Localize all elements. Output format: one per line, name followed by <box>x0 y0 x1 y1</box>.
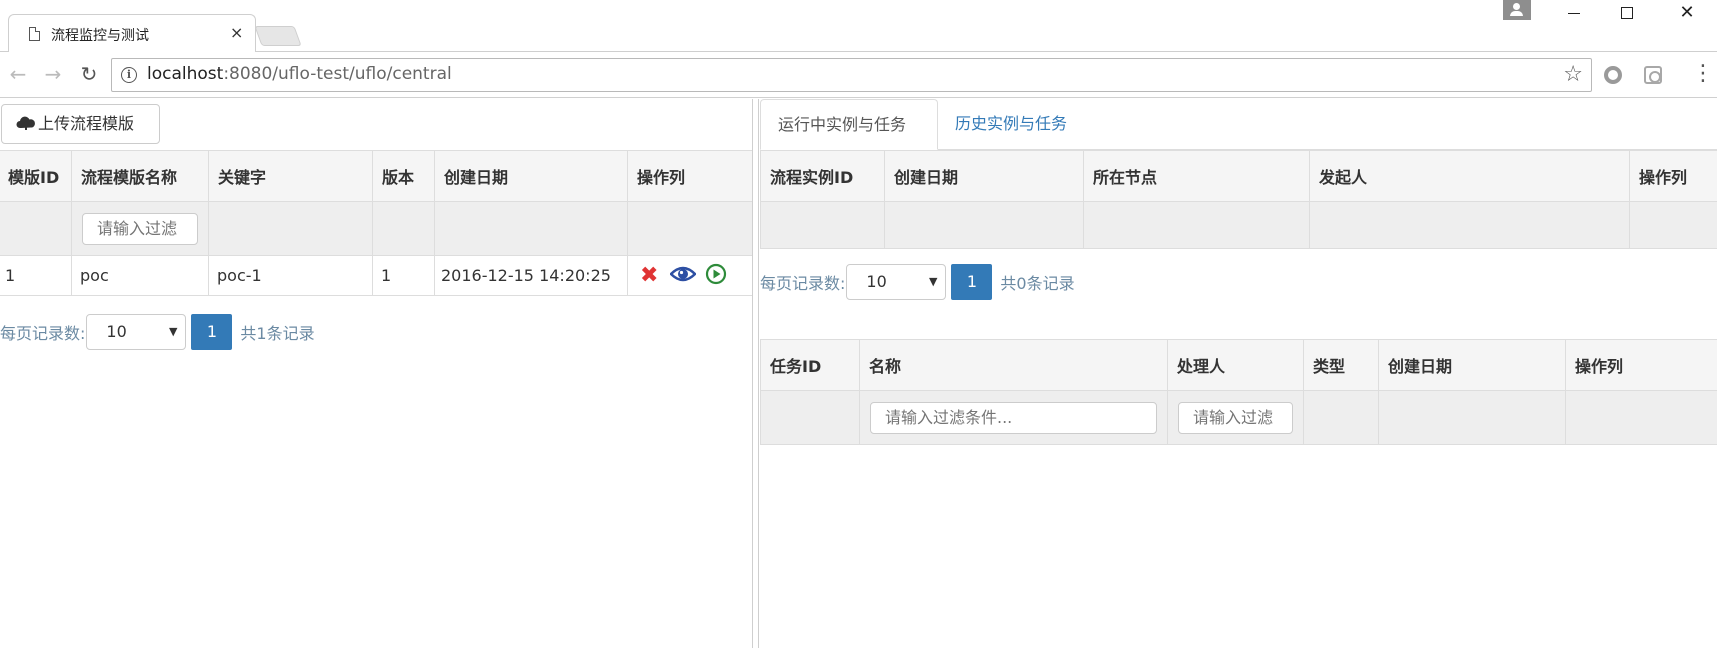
bookmark-star-icon[interactable]: ☆ <box>1563 62 1583 87</box>
task-name-filter-input[interactable] <box>870 401 1157 434</box>
filter-row <box>0 201 754 256</box>
column-header[interactable]: 所在节点 <box>1083 150 1310 202</box>
browser-tab-title: 流程监控与测试 <box>51 28 149 44</box>
column-header[interactable]: 版本 <box>372 150 435 202</box>
cell-actions: ✖ <box>627 255 754 296</box>
forward-button[interactable]: → <box>41 62 65 86</box>
url-host: localhost <box>147 64 224 84</box>
filter-row <box>760 390 1717 445</box>
browser-tab-active[interactable]: 流程监控与测试 × <box>8 14 256 52</box>
dropdown-caret-icon: ▼ <box>928 275 938 288</box>
url-path: :8080/uflo-test/uflo/central <box>223 64 452 84</box>
address-bar[interactable]: i localhost:8080/uflo-test/uflo/central … <box>111 58 1592 92</box>
browser-toolbar: ← → ↻ i localhost:8080/uflo-test/uflo/ce… <box>0 52 1717 98</box>
template-table: 模版ID 流程模版名称 关键字 版本 创建日期 操作列 请输入过滤 1 poc … <box>0 150 754 296</box>
eye-icon[interactable] <box>668 265 697 287</box>
column-header[interactable]: 流程实例ID <box>760 150 885 202</box>
extension-icon[interactable] <box>1644 66 1662 84</box>
column-header[interactable]: 模版ID <box>0 150 72 202</box>
instance-task-panel: 运行中实例与任务 历史实例与任务 流程实例ID 创建日期 所在节点 发起人 操作… <box>760 99 1717 648</box>
assignee-filter-input[interactable] <box>1178 401 1293 434</box>
cell-version: 1 <box>372 255 435 296</box>
dropdown-caret-icon: ▼ <box>168 325 178 338</box>
task-table: 任务ID 名称 处理人 类型 创建日期 操作列 <box>760 339 1717 445</box>
url-text[interactable]: localhost:8080/uflo-test/uflo/central <box>147 64 452 84</box>
cell-key: poc-1 <box>208 255 373 296</box>
column-header[interactable]: 类型 <box>1303 339 1379 391</box>
table-row[interactable]: 1 poc poc-1 1 2016-12-15 14:20:25 ✖ <box>0 255 754 296</box>
record-count: 共1条记录 <box>240 324 315 343</box>
tab-history-instances[interactable]: 历史实例与任务 <box>938 99 1084 150</box>
site-info-icon[interactable]: i <box>121 67 137 83</box>
page-icon <box>29 27 40 41</box>
back-button[interactable]: ← <box>6 62 30 86</box>
page-number-button[interactable]: 1 <box>191 314 233 350</box>
cell-created-date: 2016-12-15 14:20:25 <box>434 255 628 296</box>
page-size-select[interactable]: 10 ▼ <box>86 314 187 350</box>
browser-menu-icon[interactable]: ⋮ <box>1692 62 1714 86</box>
cloud-upload-icon <box>16 107 36 130</box>
new-tab-button[interactable] <box>254 26 302 46</box>
column-header[interactable]: 创建日期 <box>1378 339 1566 391</box>
panel-splitter[interactable] <box>752 99 759 648</box>
page-size-value: 10 <box>866 272 887 291</box>
page-size-select[interactable]: 10 ▼ <box>846 264 947 300</box>
instance-pager: 每页记录数: 10 ▼ 1 共0条记录 <box>760 264 1075 300</box>
page-size-label: 每页记录数: <box>0 324 86 343</box>
column-header[interactable]: 操作列 <box>1565 339 1717 391</box>
page-size-label: 每页记录数: <box>760 274 846 293</box>
user-profile-icon[interactable] <box>1503 0 1531 20</box>
filter-row <box>760 201 1717 249</box>
upload-template-label: 上传流程模版 <box>38 114 135 133</box>
column-header[interactable]: 处理人 <box>1167 339 1304 391</box>
page-number-button[interactable]: 1 <box>951 264 993 300</box>
page-size-value: 10 <box>106 322 127 341</box>
column-header[interactable]: 发起人 <box>1309 150 1630 202</box>
record-count: 共0条记录 <box>1000 274 1075 293</box>
column-header[interactable]: 名称 <box>859 339 1168 391</box>
name-filter-input[interactable] <box>82 212 198 245</box>
tab-running-instances[interactable]: 运行中实例与任务 <box>760 99 938 150</box>
column-header[interactable]: 关键字 <box>208 150 373 202</box>
reload-button[interactable]: ↻ <box>77 62 101 86</box>
column-header[interactable]: 创建日期 <box>884 150 1084 202</box>
maximize-button[interactable] <box>1604 0 1650 28</box>
tab-close-icon[interactable]: × <box>230 23 243 42</box>
instance-table: 流程实例ID 创建日期 所在节点 发起人 操作列 <box>760 150 1717 249</box>
cell-template-id: 1 <box>0 255 72 296</box>
minimize-button[interactable] <box>1551 0 1597 28</box>
column-header[interactable]: 操作列 <box>1629 150 1717 202</box>
play-circle-icon[interactable] <box>705 263 727 289</box>
column-header[interactable]: 任务ID <box>760 339 860 391</box>
template-pager: 每页记录数: 10 ▼ 1 共1条记录 <box>0 314 315 350</box>
column-header[interactable]: 创建日期 <box>434 150 628 202</box>
column-header[interactable]: 操作列 <box>627 150 754 202</box>
page-content: 上传流程模版 模版ID 流程模版名称 关键字 版本 创建日期 操作列 请输入过滤… <box>0 99 1717 648</box>
cell-template-name: poc <box>71 255 209 296</box>
upload-template-button[interactable]: 上传流程模版 <box>1 104 160 144</box>
delete-icon[interactable]: ✖ <box>640 264 658 287</box>
instance-tabs: 运行中实例与任务 历史实例与任务 <box>760 99 1717 150</box>
process-template-panel: 上传流程模版 模版ID 流程模版名称 关键字 版本 创建日期 操作列 请输入过滤… <box>0 99 754 648</box>
extension-icon[interactable] <box>1604 66 1622 84</box>
browser-titlebar: 流程监控与测试 × ✕ <box>0 0 1717 52</box>
close-window-button[interactable]: ✕ <box>1664 0 1710 28</box>
column-header[interactable]: 流程模版名称 <box>71 150 209 202</box>
